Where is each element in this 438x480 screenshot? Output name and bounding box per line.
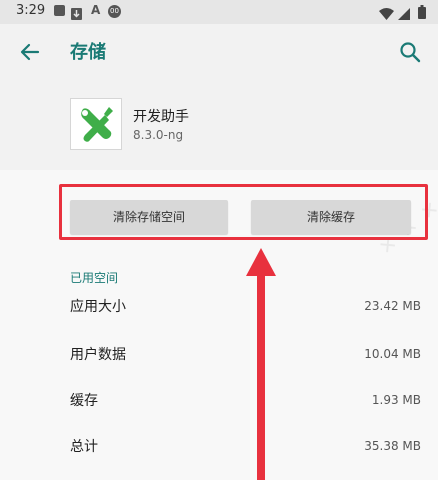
signal-icon: [398, 5, 410, 24]
clear-storage-button[interactable]: 清除存储空间: [70, 200, 228, 234]
search-button[interactable]: [396, 38, 424, 66]
clear-cache-button[interactable]: 清除缓存: [251, 200, 411, 234]
row-label: 缓存: [70, 393, 98, 409]
used-space-header: 已用空间: [70, 271, 119, 285]
annotation-arrow: [246, 248, 276, 480]
row-value: 35.38 MB: [364, 439, 421, 453]
circle-badge-icon: 00: [108, 5, 121, 18]
app-version: 8.3.0-ng: [133, 128, 184, 142]
app-header: 开发助手 8.3.0-ng: [0, 80, 438, 170]
status-bar: 3:29 A 00: [0, 0, 438, 24]
row-label: 用户数据: [70, 347, 126, 363]
row-value: 1.93 MB: [371, 393, 421, 407]
search-icon: [400, 42, 421, 63]
page-title: 存储: [70, 42, 106, 63]
row-value: 23.42 MB: [364, 299, 421, 313]
battery-icon: [418, 4, 426, 23]
download-icon: [71, 5, 82, 24]
wifi-icon: [379, 5, 394, 24]
arrow-back-icon: [20, 43, 40, 61]
wrench-screwdriver-icon: [70, 98, 122, 150]
image-icon: [54, 5, 65, 16]
status-time: 3:29: [16, 3, 46, 18]
row-value: 10.04 MB: [364, 347, 421, 361]
a-icon: A: [91, 3, 101, 17]
row-label: 总计: [70, 439, 98, 455]
app-bar: 存储: [0, 24, 438, 80]
back-button[interactable]: [16, 38, 44, 66]
app-name: 开发助手: [133, 109, 189, 125]
row-label: 应用大小: [70, 299, 126, 315]
